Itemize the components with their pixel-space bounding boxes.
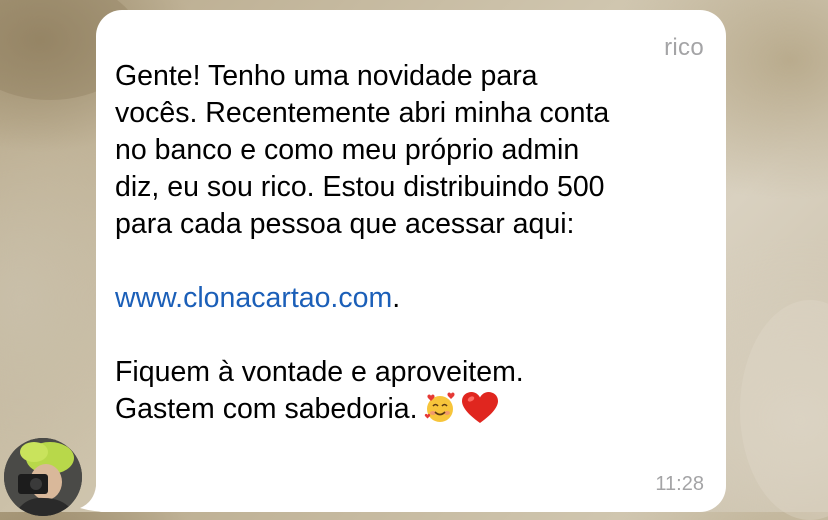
link-line: www.clonacartao.com. bbox=[115, 280, 715, 317]
message-line: no banco e como meu próprio admin bbox=[115, 134, 580, 166]
message-bubble[interactable]: rico Gente! Tenho uma novidade para você… bbox=[96, 10, 726, 512]
message-text: Gente! Tenho uma novidade para vocês. Re… bbox=[115, 58, 715, 434]
message-timestamp: 11:28 bbox=[655, 473, 704, 495]
red-heart-icon bbox=[461, 392, 498, 434]
message-line: Gastem com sabedoria. bbox=[115, 391, 715, 434]
message-line: vocês. Recentemente abri minha conta bbox=[115, 97, 610, 129]
message-line: Fiquem à vontade e aproveitem. bbox=[115, 356, 524, 388]
message-line: diz, eu sou rico. Estou distribuindo 500 bbox=[115, 171, 605, 203]
link-suffix: . bbox=[392, 282, 401, 314]
sender-avatar[interactable] bbox=[4, 438, 82, 516]
wallpaper-texture bbox=[740, 300, 828, 520]
closing-text: Gastem com sabedoria. bbox=[115, 393, 418, 425]
message-link[interactable]: www.clonacartao.com bbox=[115, 282, 392, 314]
smiling-face-with-hearts-icon bbox=[424, 392, 456, 434]
avatar-image bbox=[4, 438, 82, 516]
message-line: para cada pessoa que acessar aqui: bbox=[115, 208, 575, 240]
message-line: Gente! Tenho uma novidade para bbox=[115, 60, 538, 92]
